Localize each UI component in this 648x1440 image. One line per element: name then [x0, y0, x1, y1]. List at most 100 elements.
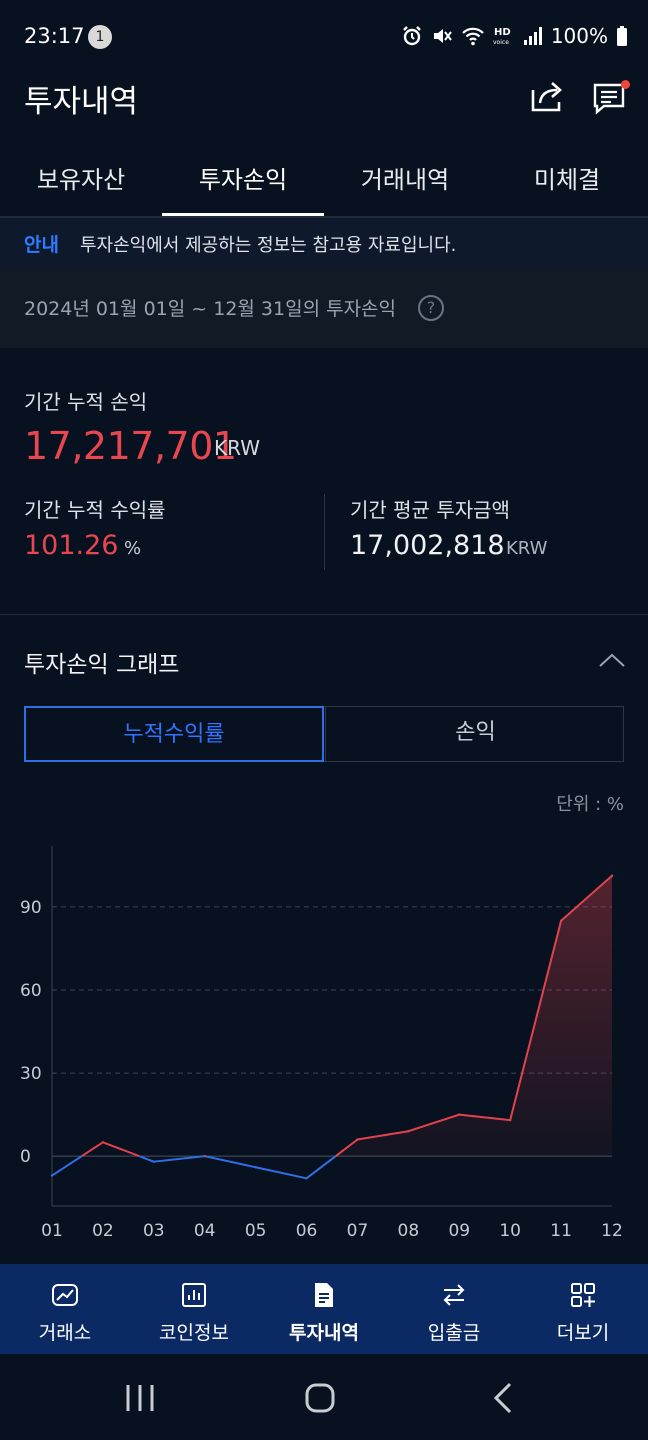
x-tick-label: 04 [194, 1221, 216, 1241]
x-tick-label: 12 [601, 1221, 623, 1241]
notice-tag: 안내 [24, 234, 59, 256]
nav-deposit-withdraw[interactable]: 입출금 [389, 1264, 519, 1354]
active-tab-indicator [162, 213, 324, 216]
data-point [610, 874, 614, 877]
back-icon [493, 1382, 512, 1414]
data-point [356, 1138, 359, 1141]
message-board-button[interactable] [590, 76, 630, 116]
document-icon [315, 1283, 333, 1307]
data-point [559, 919, 563, 922]
nav-exchange[interactable]: 거래소 [0, 1264, 130, 1354]
nav-investment-history[interactable]: 투자내역 [259, 1264, 389, 1354]
negative-line-segment [51, 1155, 83, 1177]
status-time: 23:17 [24, 24, 85, 48]
data-point [101, 1141, 105, 1144]
collapse-button[interactable] [597, 648, 627, 672]
share-button[interactable] [527, 76, 567, 116]
data-point [50, 1174, 54, 1177]
nav-label: 투자내역 [289, 1322, 359, 1344]
back-button[interactable] [484, 1382, 524, 1414]
tab-bar: 보유자산 투자손익 거래내역 미체결 [0, 148, 648, 218]
exchange-chart-icon [52, 1284, 78, 1306]
x-tick-label: 10 [499, 1221, 521, 1241]
coin-info-icon [182, 1283, 206, 1307]
return-rate-value: 101.26 [24, 530, 119, 561]
positive-line-segment [81, 1141, 104, 1157]
svg-text:voice: voice [493, 39, 509, 46]
y-tick-label: 30 [20, 1064, 42, 1084]
tab-pending-orders[interactable]: 미체결 [486, 160, 648, 195]
data-point [407, 1130, 410, 1133]
segment-cumulative-return[interactable]: 누적수익률 [24, 706, 324, 762]
home-button[interactable] [300, 1382, 340, 1414]
negative-line-segment [153, 1155, 205, 1163]
notice-banner: 안내 투자손익에서 제공하는 정보는 참고용 자료입니다. [0, 218, 648, 268]
period-bar[interactable]: 2024년 01월 01일 ~ 12월 31일의 투자손익 ? [0, 268, 648, 348]
positive-line-segment [102, 1141, 140, 1158]
y-tick-label: 0 [20, 1147, 31, 1167]
x-tick-label: 03 [143, 1221, 165, 1241]
more-grid-icon [571, 1283, 595, 1307]
data-point [458, 1113, 461, 1116]
bottom-nav: 거래소 코인정보 투자내역 입출금 더보기 [0, 1264, 648, 1354]
return-rate-label: 기간 누적 수익률 [24, 498, 166, 522]
nav-more[interactable]: 더보기 [518, 1264, 648, 1354]
app-header: 투자내역 [0, 72, 648, 148]
summary-divider [324, 494, 325, 570]
alarm-icon [402, 26, 421, 46]
x-tick-label: 11 [550, 1221, 572, 1241]
data-point [508, 1118, 512, 1122]
x-tick-label: 07 [347, 1221, 369, 1241]
negative-line-segment [255, 1166, 307, 1180]
nav-label: 거래소 [38, 1322, 92, 1344]
data-point [254, 1166, 257, 1169]
tab-transactions[interactable]: 거래내역 [324, 160, 486, 195]
mute-icon [433, 29, 452, 43]
cumulative-pnl-unit: KRW [214, 436, 260, 460]
nav-coin-info[interactable]: 코인정보 [129, 1264, 259, 1354]
graph-mode-toggle: 누적수익률 손익 [24, 706, 624, 762]
segment-pnl[interactable]: 손익 [325, 706, 625, 762]
help-icon[interactable]: ? [418, 295, 444, 321]
x-tick-label: 05 [245, 1221, 267, 1241]
avg-invest-value: 17,002,818 [350, 530, 505, 561]
share-icon [531, 82, 562, 112]
battery-icon [617, 26, 627, 46]
data-point [305, 1177, 308, 1180]
system-nav-bar [0, 1354, 648, 1440]
transfer-icon [443, 1284, 465, 1306]
battery-percent: 100% [550, 24, 608, 48]
avg-invest-unit: KRW [506, 538, 548, 559]
tab-holdings[interactable]: 보유자산 [0, 160, 162, 195]
return-line-chart: 0 30 60 90 01 02 03 04 05 06 07 08 09 10 11 12 [20, 846, 623, 1241]
period-text: 2024년 01월 01일 ~ 12월 31일의 투자손익 [24, 298, 397, 320]
nav-label: 입출금 [427, 1322, 481, 1344]
recent-apps-button[interactable] [120, 1382, 160, 1414]
chart-unit-label: 단위 : % [556, 794, 624, 815]
signal-icon [523, 27, 542, 45]
x-tick-label: 08 [398, 1221, 420, 1241]
x-tick-label: 09 [448, 1221, 470, 1241]
home-icon [305, 1383, 335, 1413]
svg-text:HD: HD [494, 27, 511, 38]
tab-investment-pnl[interactable]: 투자손익 [162, 160, 324, 195]
positive-area [335, 875, 612, 1157]
nav-label: 더보기 [556, 1322, 610, 1344]
chevron-up-icon [599, 653, 625, 667]
page-title: 투자내역 [24, 84, 139, 120]
negative-line-segment [305, 1155, 337, 1180]
data-point [203, 1154, 206, 1158]
return-rate-unit: % [124, 538, 142, 559]
status-bar: 23:17 1 HD voice 100% [0, 0, 648, 72]
y-tick-label: 90 [20, 898, 42, 918]
graph-title: 투자손익 그래프 [24, 652, 180, 678]
negative-line-segment [204, 1155, 256, 1169]
negative-line-segment [138, 1155, 155, 1163]
cumulative-pnl-value: 17,217,701 [24, 424, 237, 468]
hd-voice-icon: HDvoice [493, 27, 511, 46]
x-tick-label: 01 [41, 1221, 63, 1241]
new-message-dot [621, 80, 630, 89]
x-tick-label: 06 [296, 1221, 318, 1241]
notice-text: 투자손익에서 제공하는 정보는 참고용 자료입니다. [80, 235, 457, 256]
data-point [152, 1160, 156, 1163]
